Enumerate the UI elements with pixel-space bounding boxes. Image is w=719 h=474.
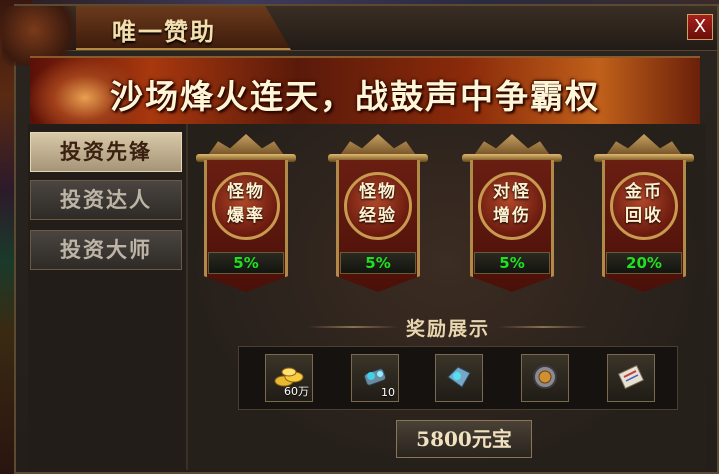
bonus-label: 对怪 增伤: [478, 180, 546, 228]
tab-invest-master[interactable]: 投资大师: [30, 230, 182, 270]
divider-right: [498, 326, 588, 328]
rewards-box: 60万 10: [238, 346, 678, 410]
tab-invest-expert[interactable]: 投资达人: [30, 180, 182, 220]
bonus-label-line1: 怪物: [359, 182, 397, 202]
bonus-label: 怪物 爆率: [212, 180, 280, 228]
bonus-card-gold-recycle: 金币 回收 20%: [594, 134, 694, 294]
reward-slot[interactable]: 10: [351, 354, 399, 402]
bonus-label-line1: 金币: [625, 182, 663, 202]
reward-count: 10: [381, 386, 395, 399]
content-panel: 怪物 爆率 5% 怪物 经验 5% 对怪 增伤 5% 金币 回收 20% 奖励展…: [188, 124, 706, 470]
bonus-label-line2: 增伤: [493, 206, 531, 226]
window-title: 唯一赞助: [112, 17, 216, 46]
bonus-label: 怪物 经验: [344, 180, 412, 228]
bonus-card-damage: 对怪 增伤 5%: [462, 134, 562, 294]
bonus-card-exp: 怪物 经验 5%: [328, 134, 428, 294]
reward-slot[interactable]: [607, 354, 655, 402]
title-bar[interactable]: 唯一赞助 X: [2, 6, 717, 66]
slogan-text: 沙场烽火连天，战鼓声中争霸权: [110, 77, 600, 116]
reward-slot[interactable]: 60万: [265, 354, 313, 402]
bonus-label: 金币 回收: [610, 180, 678, 228]
close-button[interactable]: X: [687, 14, 713, 40]
bonus-label-line2: 爆率: [227, 206, 265, 226]
bonus-percent: 5%: [474, 252, 550, 274]
reward-slot[interactable]: [521, 354, 569, 402]
bonus-percent: 20%: [606, 252, 682, 274]
rewards-heading: 奖励展示: [308, 314, 588, 340]
game-screen: 唯一赞助 X 沙场烽火连天，战鼓声中争霸权 投资先锋 投资达人 投资大师 怪物: [0, 0, 719, 474]
reward-slot[interactable]: [435, 354, 483, 402]
bonus-label-line1: 对怪: [493, 182, 531, 202]
tab-sidebar: 投资先锋 投资达人 投资大师: [28, 124, 188, 470]
bonus-label-line1: 怪物: [227, 182, 265, 202]
bonus-label-line2: 经验: [359, 206, 397, 226]
bonus-percent: 5%: [340, 252, 416, 274]
reward-count: 60万: [284, 385, 309, 398]
bonus-percent: 5%: [208, 252, 284, 274]
tab-invest-pioneer[interactable]: 投资先锋: [30, 132, 182, 172]
crystal-shard-icon: [447, 366, 471, 388]
bonus-label-line2: 回收: [625, 206, 663, 226]
slogan-banner: 沙场烽火连天，战鼓声中争霸权: [30, 56, 700, 126]
divider-left: [308, 326, 398, 328]
medal-icon: [533, 365, 557, 389]
rewards-title: 奖励展示: [405, 318, 490, 340]
sponsor-window: 唯一赞助 X 沙场烽火连天，战鼓声中争霸权 投资先锋 投资达人 投资大师 怪物: [2, 4, 719, 474]
price-button[interactable]: 5800元宝: [396, 420, 532, 458]
bonus-row: 怪物 爆率 5% 怪物 经验 5% 对怪 增伤 5% 金币 回收 20%: [188, 134, 706, 294]
bonus-card-drop-rate: 怪物 爆率 5%: [196, 134, 296, 294]
scroll-icon: [617, 364, 645, 390]
